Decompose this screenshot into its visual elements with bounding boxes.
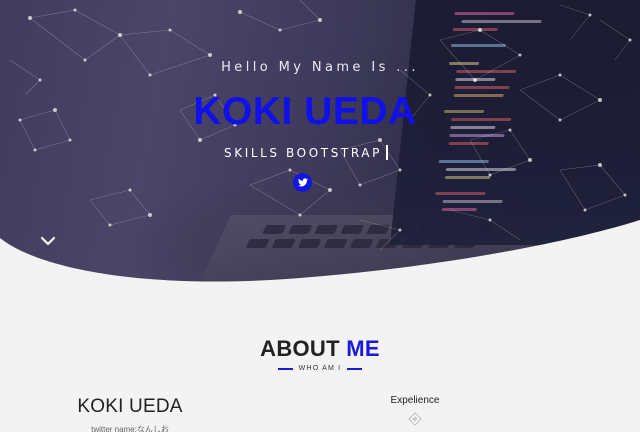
page: Hello My Name Is ... KOKI UEDA SKILLS BO… [0, 0, 640, 432]
about-subtitle: WHO AM I [0, 365, 640, 372]
about-title-main: ABOUT [260, 336, 340, 361]
experience-title: Expelience [390, 395, 440, 406]
divider-left [277, 367, 293, 370]
profile-name: KOKI UEDA [77, 396, 183, 417]
hero-section: Hello My Name Is ... KOKI UEDA SKILLS BO… [0, 0, 640, 290]
chevron-down-icon[interactable] [40, 235, 56, 247]
hero-curve-divider [0, 220, 640, 290]
profile-twitter: twitter name:なんしお [91, 425, 169, 432]
divider-right [347, 367, 363, 370]
about-title: ABOUT ME [0, 336, 640, 362]
about-title-accent: ME [346, 336, 380, 361]
timeline-diamond-icon [408, 412, 422, 426]
about-subtitle-text: WHO AM I [298, 365, 342, 372]
